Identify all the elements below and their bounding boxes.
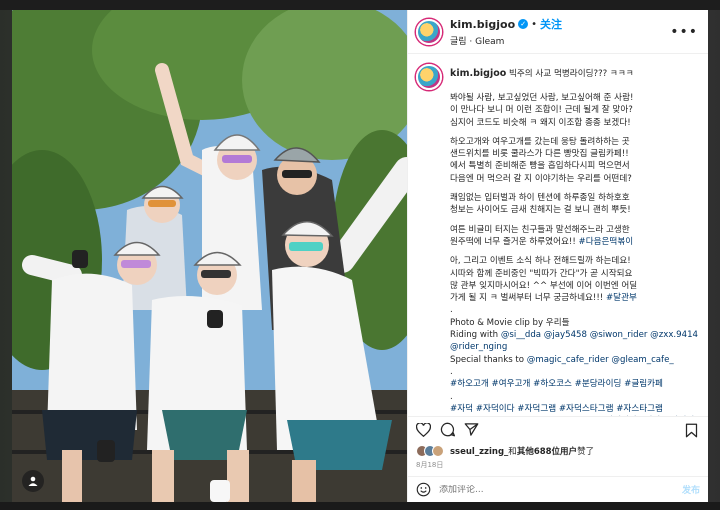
action-bar	[408, 416, 708, 442]
caption-line: 여튼 비글미 터지는 친구들과 말선해주느라 고생한	[450, 224, 630, 235]
likes-connector: 和	[508, 447, 517, 457]
backdrop-strip-top	[0, 0, 720, 10]
hashtag-link[interactable]: #달관부	[606, 293, 637, 303]
hashtag-line[interactable]: #자덕 #자덕이다 #자덕그램 #자덕스타그램 #자스타그램	[450, 403, 700, 415]
caption-line: .	[450, 366, 453, 377]
caption-line: 아, 그리고 이벤트 소식 하나 전해드릴까 하는데요!	[450, 256, 631, 267]
caption-line: Riding with @si__dda @jay5458 @siwon_rid…	[450, 329, 700, 341]
caption-line: 원주떡에 너무 즐거운 하루였어요!! #다음은떡볶이	[450, 236, 700, 248]
caption-area[interactable]: kim.bigjoo 빅주의 사교 먹병라이딩??? ㅋㅋㅋ 봐야될 사람, 보…	[408, 54, 708, 416]
caption-username[interactable]: kim.bigjoo	[450, 68, 506, 79]
backdrop-strip-bottom	[0, 502, 720, 510]
more-options-icon[interactable]: •••	[670, 24, 698, 40]
post-header: kim.bigjoo ✓ • 关注 글림 · Gleam •••	[408, 10, 708, 54]
post-photo-illustration	[12, 10, 407, 502]
caption-line	[450, 185, 700, 192]
comment-icon[interactable]	[440, 422, 455, 437]
location-label[interactable]: 글림 · Gleam	[450, 34, 562, 47]
caption-avatar[interactable]	[416, 64, 442, 90]
author-avatar[interactable]	[416, 18, 442, 45]
caption-text: 원주떡에 너무 즐거운 하루였어요!!	[450, 236, 579, 247]
caption-line: 시따와 함께 준비중인 "빅따가 간다"가 곧 시작되요	[450, 268, 633, 279]
likes-summary: sseul_zzing_和其他688位用户赞了	[450, 445, 594, 457]
caption-line: 샌드위치를 비롯 쿨라스가 다른 빵맛집 글림카페!!	[450, 149, 629, 160]
caption-line: Special thanks to @magic_cafe_rider @gle…	[450, 354, 700, 366]
liker-avatars[interactable]	[416, 445, 444, 457]
post-side-panel: kim.bigjoo ✓ • 关注 글림 · Gleam ••• kim.big…	[407, 10, 708, 502]
comment-bar: 发布	[408, 476, 708, 502]
separator-dot: •	[531, 18, 538, 30]
likes-suffix: 赞了	[577, 447, 595, 457]
caption-line	[450, 129, 700, 136]
hashtag-line[interactable]: #하오고개 #여우고개 #하오코스 #분당라이딩 #글림카페	[450, 378, 700, 390]
caption-text: Riding with	[450, 330, 501, 341]
heart-icon[interactable]	[416, 422, 431, 437]
hashtag-line[interactable]: @rider_nging	[450, 341, 700, 353]
post-photo[interactable]	[12, 10, 407, 502]
mention-link[interactable]: @si__dda @jay5458 @siwon_rider @zxx.9414	[501, 330, 698, 340]
post-date[interactable]: 8月18日	[408, 460, 708, 476]
caption-line: 봐야될 사람, 보고싶었던 사람, 보고싶어해 준 사람!	[450, 93, 634, 103]
caption-text: Special thanks to	[450, 354, 527, 365]
author-info: kim.bigjoo ✓ • 关注 글림 · Gleam	[450, 16, 562, 48]
caption-line: .	[450, 391, 453, 402]
caption-line: 청보는 사이어도 금새 친해지는 걸 보니 괜히 뿌듯!	[450, 205, 631, 216]
follow-button[interactable]: 关注	[540, 16, 562, 32]
verified-icon: ✓	[518, 19, 529, 29]
user-tag-icon	[28, 476, 38, 486]
bookmark-icon[interactable]	[685, 423, 698, 438]
share-icon[interactable]	[464, 422, 479, 437]
post-modal: kim.bigjoo ✓ • 关注 글림 · Gleam ••• kim.big…	[12, 10, 708, 502]
caption-header: kim.bigjoo 빅주의 사교 먹병라이딩??? ㅋㅋㅋ	[416, 64, 700, 90]
caption-line: .	[450, 305, 453, 316]
post-comment-button[interactable]: 发布	[682, 483, 700, 496]
caption-line: 에서 특별히 준비해준 빵을 흡입하다시피 먹으면서	[450, 161, 630, 172]
caption-lines: 봐야될 사람, 보고싶었던 사람, 보고싶어해 준 사람! 이 만나다 보니 머 …	[450, 92, 700, 416]
comment-input[interactable]	[439, 484, 674, 495]
mention-link[interactable]: @magic_cafe_rider @gleam_cafe_	[527, 355, 674, 365]
liker-username[interactable]: sseul_zzing_	[450, 447, 508, 457]
caption-title: 빅주의 사교 먹병라이딩??? ㅋㅋㅋ	[508, 69, 634, 79]
caption-line: 다음엔 머 먹으러 갈 지 이야기하는 우리를 어떤데?	[450, 173, 632, 184]
author-username[interactable]: kim.bigjoo	[450, 18, 515, 31]
caption-line: 쾌임없는 입터벌과 하이 텐션에 하루종일 하하호호	[450, 193, 630, 204]
hashtag-link[interactable]: #다음은떡볶이	[579, 237, 634, 247]
caption-line: 심지어 코드도 비슷해 ㅋ 왜지 이조합 종종 보겠다!	[450, 117, 631, 128]
caption-line	[450, 217, 700, 224]
caption-line: 가게 될 지 ㅋ 벌써부터 너무 궁금하네요!!! #달관부	[450, 292, 700, 304]
caption-line: 많 관부 잊지마시어요! ^^ 부선에 이어 이번엔 어딜	[450, 280, 638, 291]
likes-row: sseul_zzing_和其他688位用户赞了	[408, 442, 708, 460]
likes-count[interactable]: 其他688位用户	[517, 447, 577, 457]
user-tag-button[interactable]	[22, 470, 44, 492]
caption-line: Photo & Movie clip by 우리들	[450, 317, 570, 328]
emoji-icon[interactable]	[416, 482, 431, 497]
caption-line	[450, 248, 700, 255]
caption-text: 가게 될 지 ㅋ 벌써부터 너무 궁금하네요!!!	[450, 293, 606, 304]
caption-line: 하오고개와 여우고개를 갔는데 웅탕 돌려하하는 곳	[450, 136, 630, 147]
caption-line: 이 만나다 보니 머 이런 조합이! 근데 될게 잘 맞아?	[450, 105, 633, 116]
